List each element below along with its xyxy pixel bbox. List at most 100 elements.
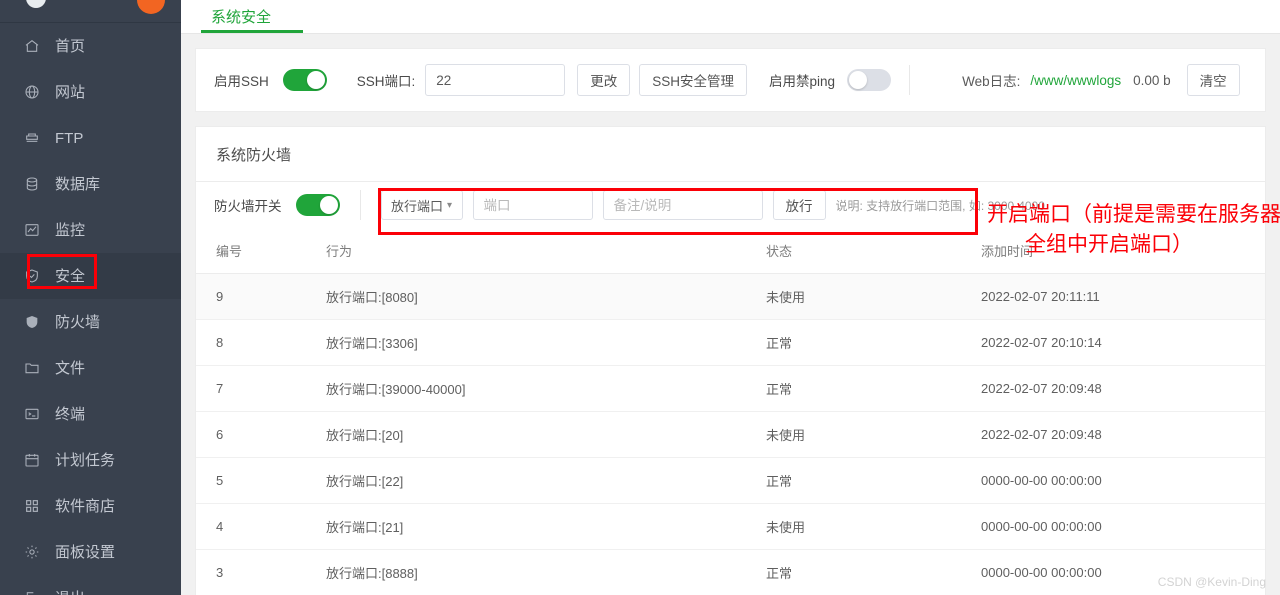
tab-bar: 系统安全 (181, 0, 1280, 34)
cell-id: 4 (196, 503, 326, 550)
tab-system-security[interactable]: 系统安全 (201, 0, 281, 27)
column-header-status: 状态 (766, 228, 981, 274)
grid-icon (22, 496, 42, 516)
home-icon (22, 36, 42, 56)
cell-action: 放行端口:[20] (326, 411, 766, 458)
cell-time: 0000-00-00 00:00:00 (981, 503, 1265, 550)
sidebar-item-database[interactable]: 数据库 (0, 161, 181, 207)
sidebar-item-files[interactable]: 文件 (0, 345, 181, 391)
weblog-size: 0.00 b (1133, 72, 1171, 88)
firewall-switch-label: 防火墙开关 (214, 199, 282, 214)
sidebar-item-website[interactable]: 网站 (0, 69, 181, 115)
weblog-label: Web日志: (962, 74, 1021, 89)
sidebar-item-home[interactable]: 首页 (0, 23, 181, 69)
table-header-row: 编号 行为 状态 添加时间 (196, 228, 1265, 274)
sidebar-item-ftp[interactable]: FTP (0, 115, 181, 161)
watermark: CSDN @Kevin-Ding (1157, 575, 1266, 589)
column-header-time: 添加时间 (981, 228, 1265, 274)
globe-icon (22, 82, 42, 102)
table-row[interactable]: 8 放行端口:[3306] 正常 2022-02-07 20:10:14 (196, 319, 1265, 366)
sidebar-item-appstore[interactable]: 软件商店 (0, 483, 181, 529)
ping-disable-toggle[interactable] (847, 69, 892, 91)
sidebar-item-label: 防火墙 (55, 313, 101, 331)
app-root: 首页 网站 FTP 数据库 监控 安全 防火墙 文件 终端 计划任务 软件商店 … (0, 0, 1280, 595)
cell-time: 2022-02-07 20:09:48 (981, 411, 1265, 458)
chevron-down-icon: ▾ (446, 199, 453, 211)
cell-action: 放行端口:[8080] (326, 273, 766, 320)
table-row[interactable]: 3 放行端口:[8888] 正常 0000-00-00 00:00:00 (196, 549, 1265, 595)
firewall-rules-table: 编号 行为 状态 添加时间 9 放行端口:[8080] 未使用 2022-02-… (196, 228, 1265, 595)
table-row[interactable]: 7 放行端口:[39000-40000] 正常 2022-02-07 20:09… (196, 365, 1265, 412)
ftp-icon (22, 128, 42, 148)
sidebar-item-monitor[interactable]: 监控 (0, 207, 181, 253)
cell-id: 6 (196, 411, 326, 458)
sidebar-item-label: 监控 (55, 221, 86, 239)
cell-time: 2022-02-07 20:11:11 (981, 273, 1265, 320)
logo-icon (26, 0, 46, 8)
sidebar-item-label: 数据库 (55, 175, 101, 193)
shield-icon (22, 312, 42, 332)
toolbar-divider (909, 65, 911, 95)
table-row[interactable]: 6 放行端口:[20] 未使用 2022-02-07 20:09:48 (196, 411, 1265, 458)
column-header-id: 编号 (196, 228, 326, 274)
cell-status: 正常 (766, 319, 981, 366)
sidebar-header (0, 0, 181, 22)
table-row[interactable]: 9 放行端口:[8080] 未使用 2022-02-07 20:11:11 (196, 273, 1265, 320)
firewall-note-input[interactable] (602, 190, 763, 220)
sidebar-item-firewall[interactable]: 防火墙 (0, 299, 181, 345)
ssh-security-manage-button[interactable]: SSH安全管理 (639, 64, 748, 96)
sidebar-item-cron[interactable]: 计划任务 (0, 437, 181, 483)
firewall-panel: 系统防火墙 防火墙开关 放行端口 ▾ 放行 说明: 支持放行端口范围, 如: 3… (195, 126, 1266, 595)
sidebar-item-settings[interactable]: 面板设置 (0, 529, 181, 575)
sidebar-item-terminal[interactable]: 终端 (0, 391, 181, 437)
monitor-icon (22, 220, 42, 240)
column-header-action: 行为 (326, 228, 766, 274)
ssh-port-input[interactable] (425, 64, 566, 96)
sidebar-nav: 首页 网站 FTP 数据库 监控 安全 防火墙 文件 终端 计划任务 软件商店 … (0, 23, 181, 595)
firewall-port-input[interactable] (472, 190, 593, 220)
firewall-rule-type-value: 放行端口 (390, 198, 443, 214)
sidebar-item-logout[interactable]: 退出 (0, 575, 181, 595)
ssh-enable-toggle[interactable] (282, 69, 327, 91)
toggle-knob (319, 196, 338, 214)
toggle-knob (849, 71, 868, 89)
calendar-icon (22, 450, 42, 470)
ssh-change-button[interactable]: 更改 (577, 64, 631, 96)
logout-icon (22, 588, 42, 595)
sidebar-item-label: 计划任务 (55, 451, 116, 469)
cell-time: 0000-00-00 00:00:00 (981, 457, 1265, 504)
weblog-clear-button[interactable]: 清空 (1186, 64, 1240, 96)
table-header: 编号 行为 状态 添加时间 (196, 228, 1265, 274)
cell-id: 7 (196, 365, 326, 412)
firewall-rule-type-select[interactable]: 放行端口 ▾ (380, 190, 463, 220)
cell-time: 2022-02-07 20:10:14 (981, 319, 1265, 366)
cell-id: 8 (196, 319, 326, 366)
firewall-switch-toggle[interactable] (295, 194, 340, 216)
cell-id: 9 (196, 273, 326, 320)
sidebar-item-label: 文件 (55, 359, 86, 377)
sidebar-item-label: 首页 (55, 37, 86, 55)
sidebar-item-label: 网站 (55, 83, 86, 101)
cell-status: 正常 (766, 549, 981, 595)
firewall-toolbar-divider (359, 190, 361, 220)
weblog-path-link[interactable]: /www/wwwlogs (1030, 73, 1121, 88)
sidebar-item-label: 退出 (55, 591, 85, 595)
firewall-title: 系统防火墙 (196, 127, 1265, 182)
cell-status: 未使用 (766, 503, 981, 550)
sidebar-item-label: 软件商店 (55, 497, 116, 515)
gear-icon (22, 542, 42, 562)
sidebar-item-label: FTP (55, 129, 84, 147)
cell-action: 放行端口:[22] (326, 457, 766, 504)
sidebar-item-security[interactable]: 安全 (0, 253, 181, 299)
tab-active-indicator (201, 30, 303, 33)
table-body: 9 放行端口:[8080] 未使用 2022-02-07 20:11:11 8 … (196, 273, 1265, 595)
toggle-knob (306, 71, 325, 89)
main-content: 系统安全 启用SSH SSH端口: 更改 SSH安全管理 启用禁ping Web… (181, 0, 1280, 595)
firewall-toolbar: 防火墙开关 放行端口 ▾ 放行 说明: 支持放行端口范围, 如: 3000-40… (196, 182, 1265, 228)
table-row[interactable]: 4 放行端口:[21] 未使用 0000-00-00 00:00:00 (196, 503, 1265, 550)
cell-id: 5 (196, 457, 326, 504)
table-row[interactable]: 5 放行端口:[22] 正常 0000-00-00 00:00:00 (196, 457, 1265, 504)
ssh-enable-label: 启用SSH (214, 74, 269, 89)
sidebar: 首页 网站 FTP 数据库 监控 安全 防火墙 文件 终端 计划任务 软件商店 … (0, 0, 181, 595)
firewall-allow-button[interactable]: 放行 (772, 190, 826, 220)
